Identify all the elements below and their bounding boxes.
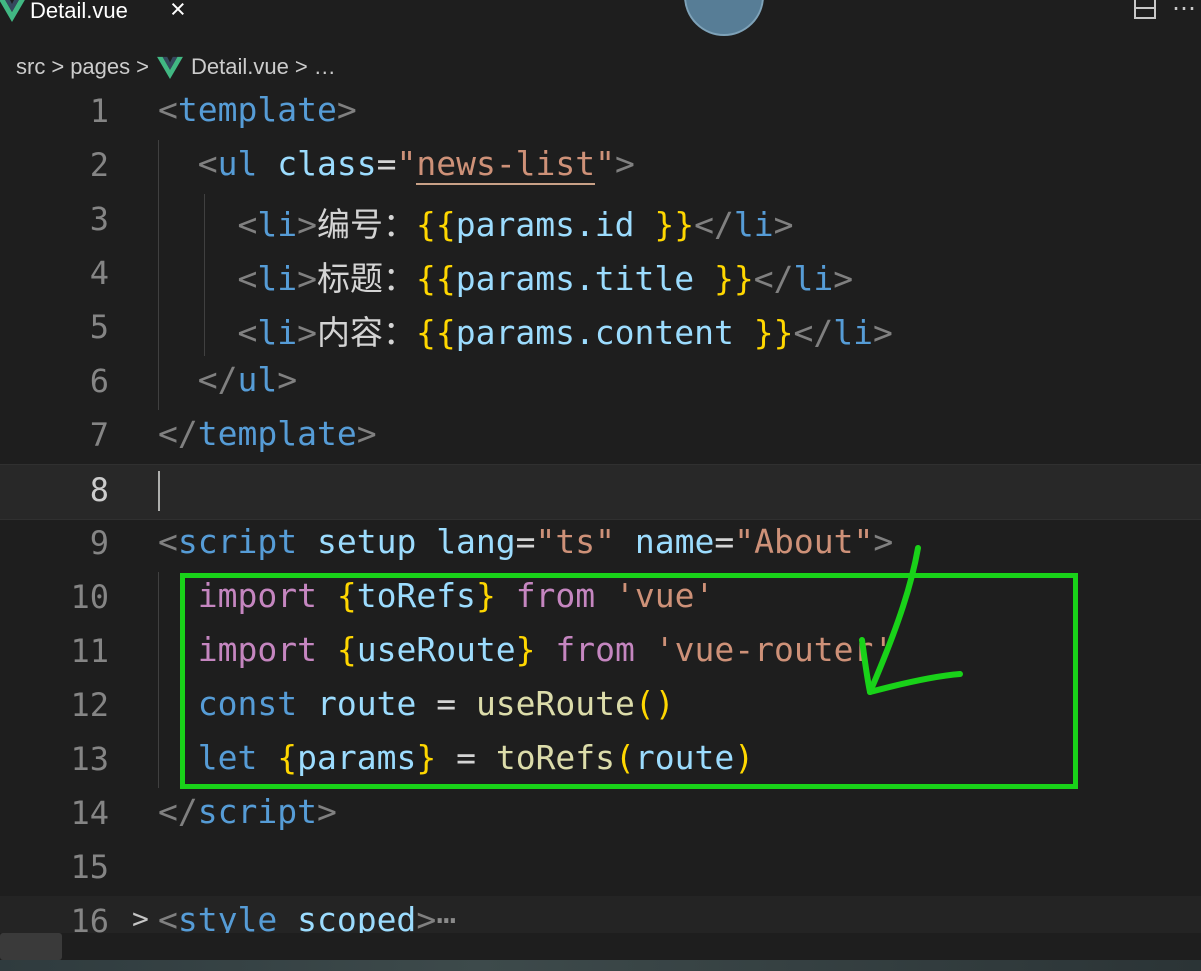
line-number: 1: [89, 92, 109, 130]
code-line: 4 <li>标题：{{params.title }}</li>: [0, 248, 1201, 302]
code-line: 1 <template>: [0, 86, 1201, 140]
line-number: 15: [70, 848, 109, 886]
line-number: 2: [89, 146, 109, 184]
code-line: 7 </template>: [0, 410, 1201, 464]
breadcrumb-item-src[interactable]: src: [16, 54, 45, 80]
line-content: <ul class="news-list">: [197, 144, 635, 185]
line-content: <template>: [158, 90, 357, 129]
line-number: 14: [70, 794, 109, 832]
breadcrumb: src > pages > Detail.vue > …: [16, 52, 336, 82]
chevron-right-icon: >: [51, 54, 65, 79]
line-content: <li>编号：{{params.id }}</li>: [237, 205, 794, 244]
code-line: 3 <li>编号：{{params.id }}</li>: [0, 194, 1201, 248]
line-number: 13: [70, 740, 109, 778]
breadcrumb-item-file[interactable]: Detail.vue: [191, 54, 289, 80]
breadcrumb-item-pages[interactable]: pages: [70, 54, 130, 80]
code-line: 5 <li>内容：{{params.content }}</li>: [0, 302, 1201, 356]
avatar: [684, 0, 764, 36]
line-content: <li>标题：{{params.title }}</li>: [237, 259, 854, 298]
fold-chevron-icon[interactable]: >: [132, 902, 149, 935]
breadcrumb-item-symbol[interactable]: …: [314, 54, 336, 80]
code-line: 2 <ul class="news-list">: [0, 140, 1201, 194]
line-number: 12: [70, 686, 109, 724]
line-content: </script>: [158, 792, 337, 831]
line-number: 8: [89, 471, 109, 509]
line-content: <script setup lang="ts" name="About">: [158, 522, 894, 561]
more-actions-icon[interactable]: ⋯: [1172, 0, 1197, 23]
split-editor-icon[interactable]: [1134, 0, 1156, 20]
line-content: </ul>: [197, 360, 298, 399]
line-number: 4: [89, 254, 109, 292]
code-line: 9 <script setup lang="ts" name="About">: [0, 518, 1201, 572]
vue-icon: [0, 0, 26, 26]
line-number: 3: [89, 200, 109, 238]
code-line-current: 8: [0, 464, 1201, 520]
text-cursor: [158, 471, 160, 511]
line-number: 7: [89, 416, 109, 454]
line-content: <li>内容：{{params.content }}</li>: [237, 313, 893, 352]
line-number: 6: [89, 362, 109, 400]
line-number: 10: [70, 578, 109, 616]
line-number: 9: [89, 524, 109, 562]
tab-detail-vue[interactable]: Detail.vue ×: [0, 0, 222, 42]
tab-bar: Detail.vue × ⋯: [0, 0, 1201, 42]
code-editor[interactable]: 1 <template> 2 <ul class="news-list"> 3 …: [0, 86, 1201, 971]
status-strip: [0, 960, 1201, 971]
code-line: 6 </ul>: [0, 356, 1201, 410]
vue-icon: [157, 55, 183, 79]
tab-label: Detail.vue: [30, 0, 128, 23]
chevron-right-icon: >: [136, 54, 149, 79]
line-content: </template>: [158, 414, 377, 453]
line-number: 5: [89, 308, 109, 346]
code-line: 14 </script>: [0, 788, 1201, 842]
annotation-arrow-icon: [859, 545, 963, 695]
close-icon[interactable]: ×: [170, 0, 186, 25]
code-line: 15: [0, 842, 1201, 896]
minimap-thumbnail: [0, 933, 62, 960]
chevron-right-icon: >: [294, 54, 308, 79]
line-number: 11: [70, 632, 109, 670]
